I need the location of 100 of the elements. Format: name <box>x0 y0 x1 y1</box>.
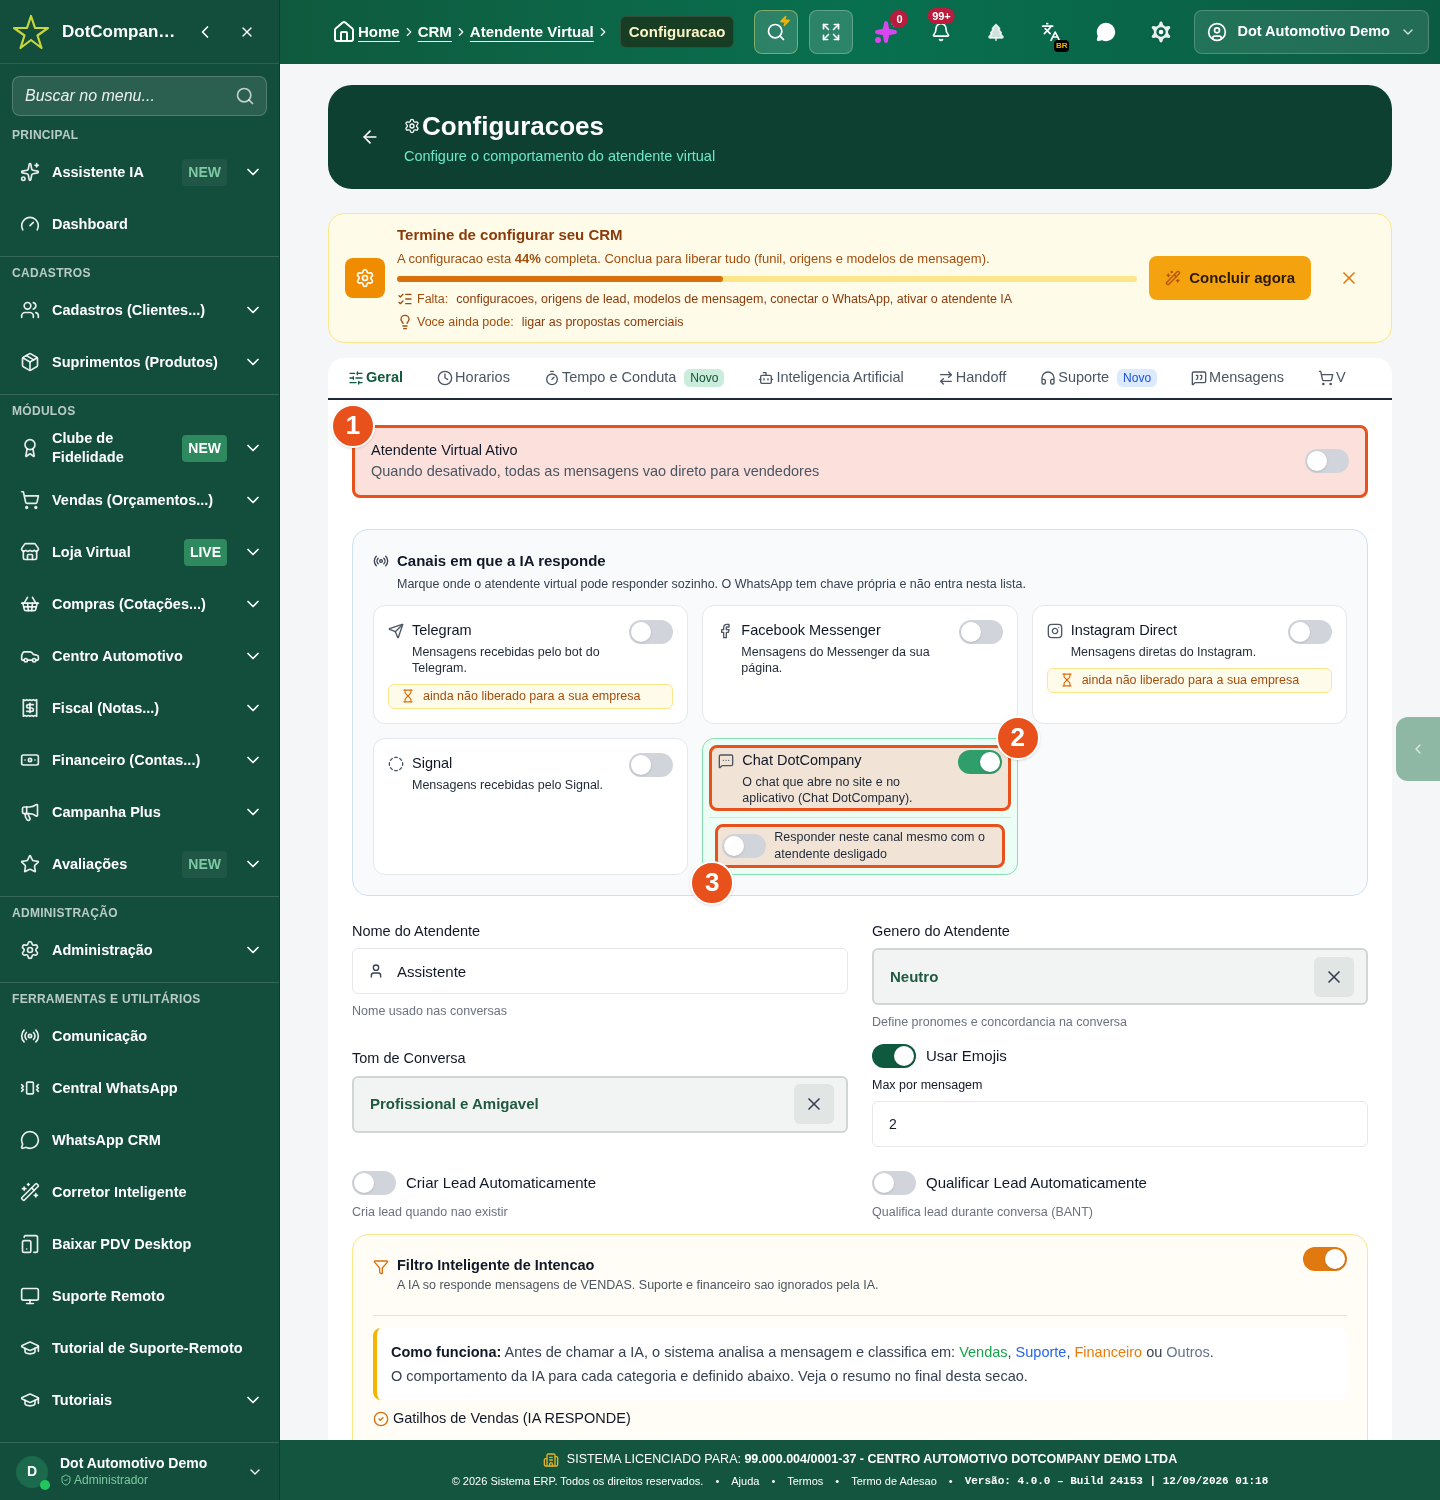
cart-icon <box>20 490 40 510</box>
sidebar-item[interactable]: Baixar PDV Desktop <box>12 1218 267 1270</box>
channel-description: Mensagens do Messenger da sua página. <box>741 644 931 676</box>
box-icon <box>20 352 40 372</box>
hourglass-icon <box>401 689 415 704</box>
settings-tab[interactable]: Geral <box>348 366 404 389</box>
sparkles-icon <box>874 20 899 44</box>
breadcrumb-link[interactable]: CRM <box>417 20 452 44</box>
fullscreen-button[interactable] <box>809 10 854 54</box>
section-title: CADASTROS <box>12 265 92 280</box>
settings-tab[interactable]: Suporte Novo <box>1040 366 1158 389</box>
language-button[interactable]: BR <box>1029 10 1074 54</box>
toggle-switch[interactable] <box>957 749 1002 774</box>
sidebar-item[interactable]: Administração <box>12 924 267 976</box>
sidebar-item[interactable]: Tutoriais <box>12 1374 267 1426</box>
footer-link[interactable]: Termo de Adesao <box>851 1473 937 1490</box>
settings-tab[interactable]: Horarios <box>437 366 510 389</box>
section-title: ADMINISTRAÇÃO <box>12 904 119 920</box>
gear-icon <box>404 118 420 135</box>
toggle-switch[interactable] <box>629 752 674 777</box>
sidebar-item[interactable]: Central WhatsApp <box>12 1062 267 1114</box>
settings-tab[interactable]: Handoff <box>937 366 1007 389</box>
side-drawer-tab[interactable] <box>1396 717 1440 781</box>
copyright-text: © 2026 Sistema ERP. Todos os direitos reservados. <box>451 1474 704 1490</box>
settings-tab[interactable]: V <box>1318 366 1346 389</box>
footer-link[interactable]: Termos <box>787 1473 824 1490</box>
toggle-label: Usar Emojis <box>926 1045 1007 1066</box>
clear-button[interactable] <box>794 1084 834 1125</box>
timer-icon <box>543 369 560 386</box>
field-label: Max por mensagem <box>872 1077 984 1094</box>
shield-icon <box>60 1474 72 1487</box>
sidebar-item[interactable]: Cadastros (Clientes...) <box>12 284 267 336</box>
settings-icon <box>355 267 375 288</box>
sidebar-item[interactable]: Comunicação <box>12 1010 267 1062</box>
chat-bubble-icon <box>20 1130 40 1150</box>
breadcrumb-link[interactable]: Home <box>358 20 400 44</box>
notifications-button[interactable]: 99+ <box>919 10 964 54</box>
sidebar-item[interactable]: Campanha Plus <box>12 786 267 838</box>
max-emojis-field[interactable]: 2 <box>872 1100 1368 1147</box>
setting-description: Quando desativado, todas as mensagens vao direto para vendedores <box>371 462 821 482</box>
sidebar-item[interactable]: Tutorial de Suporte-Remoto <box>12 1322 267 1374</box>
sidebar-item[interactable]: Compras (Cotações...) <box>12 578 267 630</box>
agent-name-field[interactable]: Assistente <box>352 948 848 995</box>
sidebar-item[interactable]: Corretor Inteligente <box>12 1166 267 1218</box>
field-label: Genero do Atendente <box>872 921 1011 941</box>
toggle-switch[interactable] <box>1305 449 1349 474</box>
tree-icon <box>986 22 1007 42</box>
star-icon <box>20 854 40 874</box>
graduation-cap-icon <box>20 1390 40 1410</box>
count-badge: 99+ <box>928 8 955 24</box>
gauge-icon <box>20 214 40 234</box>
toggle-label: Criar Lead Automaticamente <box>406 1172 597 1193</box>
sidebar-item[interactable]: Vendas (Orçamentos...) <box>12 474 267 526</box>
missing-items: configuracoes, origens de lead, modelos de mensagem, conectar o WhatsApp, ativar o atendente IA <box>456 291 1013 308</box>
sidebar-item[interactable]: Suporte Remoto <box>12 1270 267 1322</box>
ai-sparkles-button[interactable]: 0 <box>864 10 909 54</box>
brand-name: DotCompan… <box>62 20 176 43</box>
toggle-switch[interactable] <box>352 1170 396 1195</box>
sidebar-item[interactable]: Fiscal (Notas...) <box>12 682 267 734</box>
settings-tab[interactable]: Tempo e Conduta Novo <box>543 366 725 389</box>
section-title: MÓDULOS <box>12 402 77 418</box>
toggle-switch[interactable] <box>1288 620 1332 645</box>
settings-tab[interactable]: Inteligencia Artificial <box>758 366 904 389</box>
toggle-switch[interactable] <box>1303 1246 1347 1271</box>
sidebar-item[interactable]: Loja Virtual LIVE <box>12 526 267 578</box>
field-help: Qualifica lead durante conversa (BANT) <box>872 1203 1094 1221</box>
toggle-switch[interactable] <box>872 1170 916 1195</box>
broadcast-icon <box>20 1026 40 1046</box>
user-icon <box>368 963 384 980</box>
clear-button[interactable] <box>1314 956 1354 997</box>
settings-tab[interactable]: Mensagens <box>1191 366 1285 389</box>
cart-icon <box>1318 369 1335 386</box>
page-title: Configuracoes <box>422 109 605 143</box>
sidebar-item[interactable]: Clube de Fidelidade NEW <box>12 422 267 474</box>
license-text: SISTEMA LICENCIADO PARA: 99.000.004/0001-37 - CENTRO AUTOMOTIVO DOTCOMPANY DEMO LTDA <box>566 1451 1178 1469</box>
tone-select[interactable]: Profissional e Amigavel <box>352 1075 848 1133</box>
toggle-switch[interactable] <box>722 833 767 858</box>
toggle-switch[interactable] <box>958 620 1003 645</box>
sidebar-item[interactable]: Financeiro (Contas...) <box>12 734 267 786</box>
sidebar-item[interactable]: Suprimentos (Produtos) <box>12 336 267 388</box>
field-label: Nome do Atendente <box>352 921 482 941</box>
headset-icon <box>1040 369 1057 386</box>
toggle-switch[interactable] <box>872 1044 916 1068</box>
footer-link[interactable]: Ajuda <box>731 1473 760 1490</box>
sidebar-item[interactable]: WhatsApp CRM <box>12 1114 267 1166</box>
search-button[interactable] <box>754 10 799 54</box>
sidebar-item[interactable]: Avaliações NEW <box>12 838 267 890</box>
panel-title: Canais em que a IA responde <box>397 551 606 571</box>
sidebar-item[interactable]: Assistente IA NEW <box>12 146 267 198</box>
user-menu-button[interactable]: Dot Automotivo Demo <box>1194 10 1429 54</box>
sidebar-item[interactable]: Centro Automotivo <box>12 630 267 682</box>
menu-badge: NEW <box>182 158 227 186</box>
toggle-switch[interactable] <box>629 620 674 645</box>
finish-now-button[interactable]: Concluir agora <box>1149 255 1311 300</box>
gender-select[interactable]: Neutro <box>872 948 1368 1006</box>
expand-icon <box>821 22 842 42</box>
menu-badge: LIVE <box>183 538 227 566</box>
arrows-icon <box>937 369 954 386</box>
breadcrumb-link[interactable]: Atendente Virtual <box>469 20 594 44</box>
sidebar-item[interactable]: Dashboard <box>12 198 267 250</box>
